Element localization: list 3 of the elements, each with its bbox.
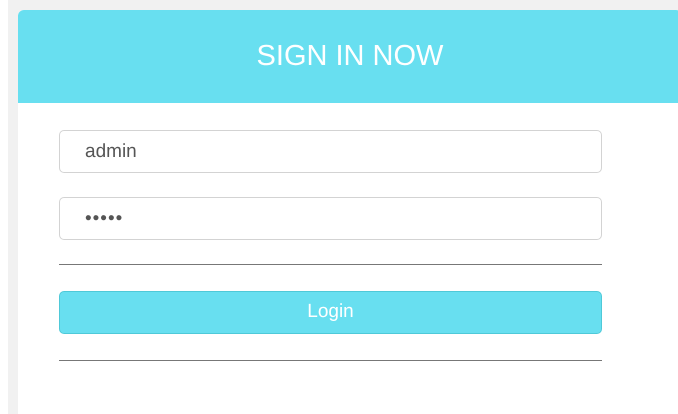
header-title: SIGN IN NOW: [18, 10, 678, 103]
username-field[interactable]: admin: [59, 130, 602, 173]
password-field[interactable]: •••••: [59, 197, 602, 240]
